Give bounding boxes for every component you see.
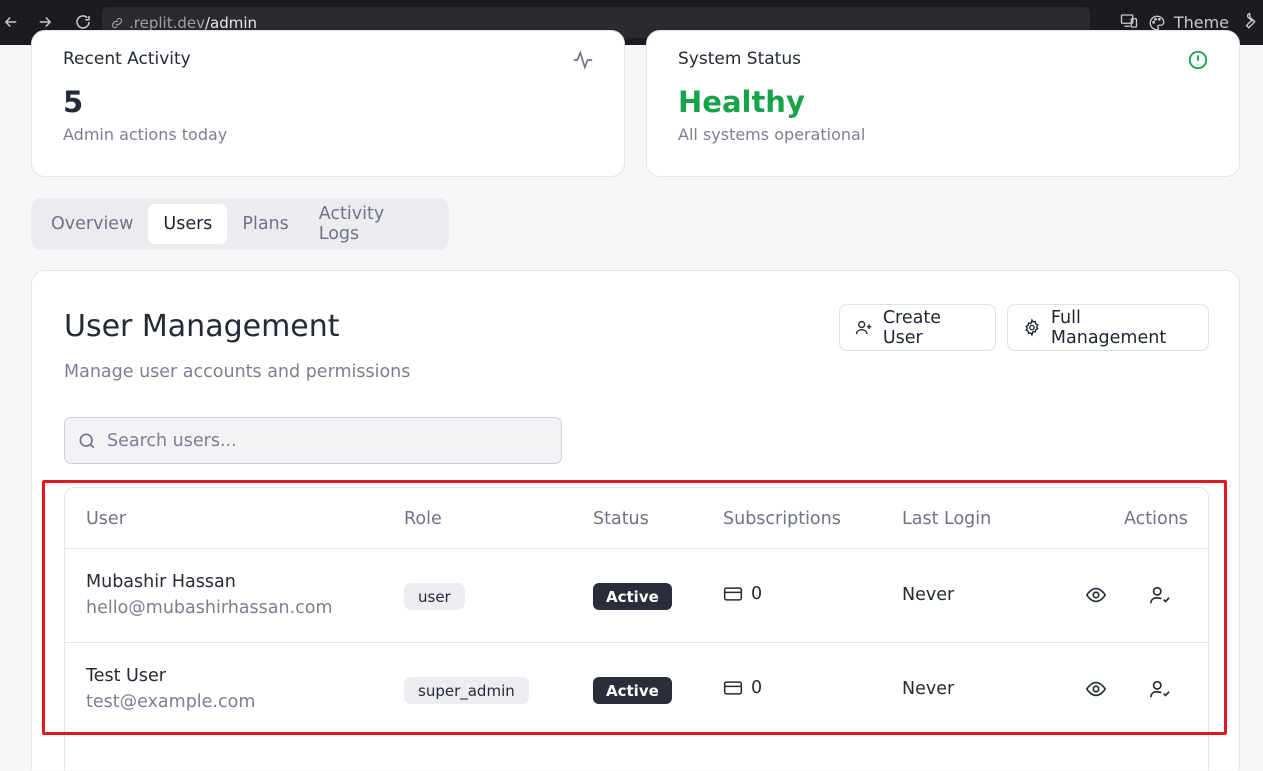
reload-icon xyxy=(76,15,90,29)
user-name: Mubashir Hassan xyxy=(86,572,236,592)
create-user-button[interactable]: Create User xyxy=(839,304,996,351)
subscriptions-cell: 0 xyxy=(723,678,762,698)
tab-users[interactable]: Users xyxy=(148,204,228,244)
users-table: User Role Status Subscriptions Last Logi… xyxy=(64,487,1209,771)
wrench-icon[interactable] xyxy=(1239,11,1257,34)
header-user: User xyxy=(86,509,126,529)
create-user-label: Create User xyxy=(882,307,941,348)
full-management-label: Full Management xyxy=(1050,307,1167,348)
role-badge: user xyxy=(404,583,465,610)
last-login: Never xyxy=(902,585,955,605)
user-name: Test User xyxy=(86,666,166,686)
table-row: Mubashir Hassan hello@mubashirhassan.com… xyxy=(65,549,1208,643)
search-box xyxy=(64,417,562,464)
arrow-left-icon xyxy=(4,16,17,28)
subscriptions-count: 0 xyxy=(751,678,763,698)
tab-activity-logs[interactable]: Activity Logs xyxy=(304,204,444,244)
search-input[interactable] xyxy=(107,430,537,451)
url-host: .replit.dev xyxy=(129,13,205,32)
last-login: Never xyxy=(902,679,955,699)
link-icon xyxy=(111,17,123,28)
url-path: /admin xyxy=(204,13,258,32)
system-status-title: System Status xyxy=(678,49,801,69)
palette-icon xyxy=(1149,15,1165,30)
subscriptions-cell: 0 xyxy=(723,584,762,604)
credit-card-icon xyxy=(723,681,743,695)
search-icon xyxy=(79,433,95,448)
admin-tabs: Overview Users Plans Activity Logs xyxy=(31,198,449,250)
recent-activity-value: 5 xyxy=(63,85,84,119)
table-row: Test User test@example.com super_admin A… xyxy=(65,643,1208,737)
user-email: hello@mubashirhassan.com xyxy=(86,598,333,618)
header-actions: Actions xyxy=(1124,509,1188,529)
recent-activity-subtitle: Admin actions today xyxy=(63,125,228,144)
full-management-button[interactable]: Full Management xyxy=(1007,304,1209,351)
user-check-icon[interactable] xyxy=(1149,678,1171,700)
view-user-eye-icon[interactable] xyxy=(1085,678,1107,700)
user-email: test@example.com xyxy=(86,692,256,712)
status-badge: Active xyxy=(593,583,672,610)
user-plus-icon xyxy=(855,320,872,335)
activity-icon xyxy=(573,50,593,70)
back-button[interactable] xyxy=(0,5,28,39)
system-status-card: System Status Healthy All systems operat… xyxy=(646,30,1240,177)
header-last-login: Last Login xyxy=(902,509,992,529)
subscriptions-count: 0 xyxy=(751,584,763,604)
table-header-row: User Role Status Subscriptions Last Logi… xyxy=(65,488,1208,549)
tab-plans[interactable]: Plans xyxy=(227,204,303,244)
credit-card-icon xyxy=(723,587,743,601)
view-user-eye-icon[interactable] xyxy=(1085,584,1107,606)
arrow-right-icon xyxy=(39,16,52,28)
tab-overview[interactable]: Overview xyxy=(36,204,148,244)
alert-circle-icon xyxy=(1188,50,1208,70)
header-subscriptions: Subscriptions xyxy=(723,509,841,529)
role-badge: super_admin xyxy=(404,677,529,704)
user-management-card: User Management Manage user accounts and… xyxy=(31,270,1240,771)
gear-icon xyxy=(1025,318,1039,337)
status-badge: Active xyxy=(593,677,672,704)
recent-activity-title: Recent Activity xyxy=(63,49,191,69)
system-status-subtitle: All systems operational xyxy=(678,125,866,144)
recent-activity-card: Recent Activity 5 Admin actions today xyxy=(31,30,625,177)
user-check-icon[interactable] xyxy=(1149,584,1171,606)
header-role: Role xyxy=(404,509,442,529)
header-status: Status xyxy=(593,509,649,529)
page-title: User Management xyxy=(64,309,340,344)
page-description: Manage user accounts and permissions xyxy=(64,362,411,382)
system-status-value: Healthy xyxy=(678,85,805,119)
